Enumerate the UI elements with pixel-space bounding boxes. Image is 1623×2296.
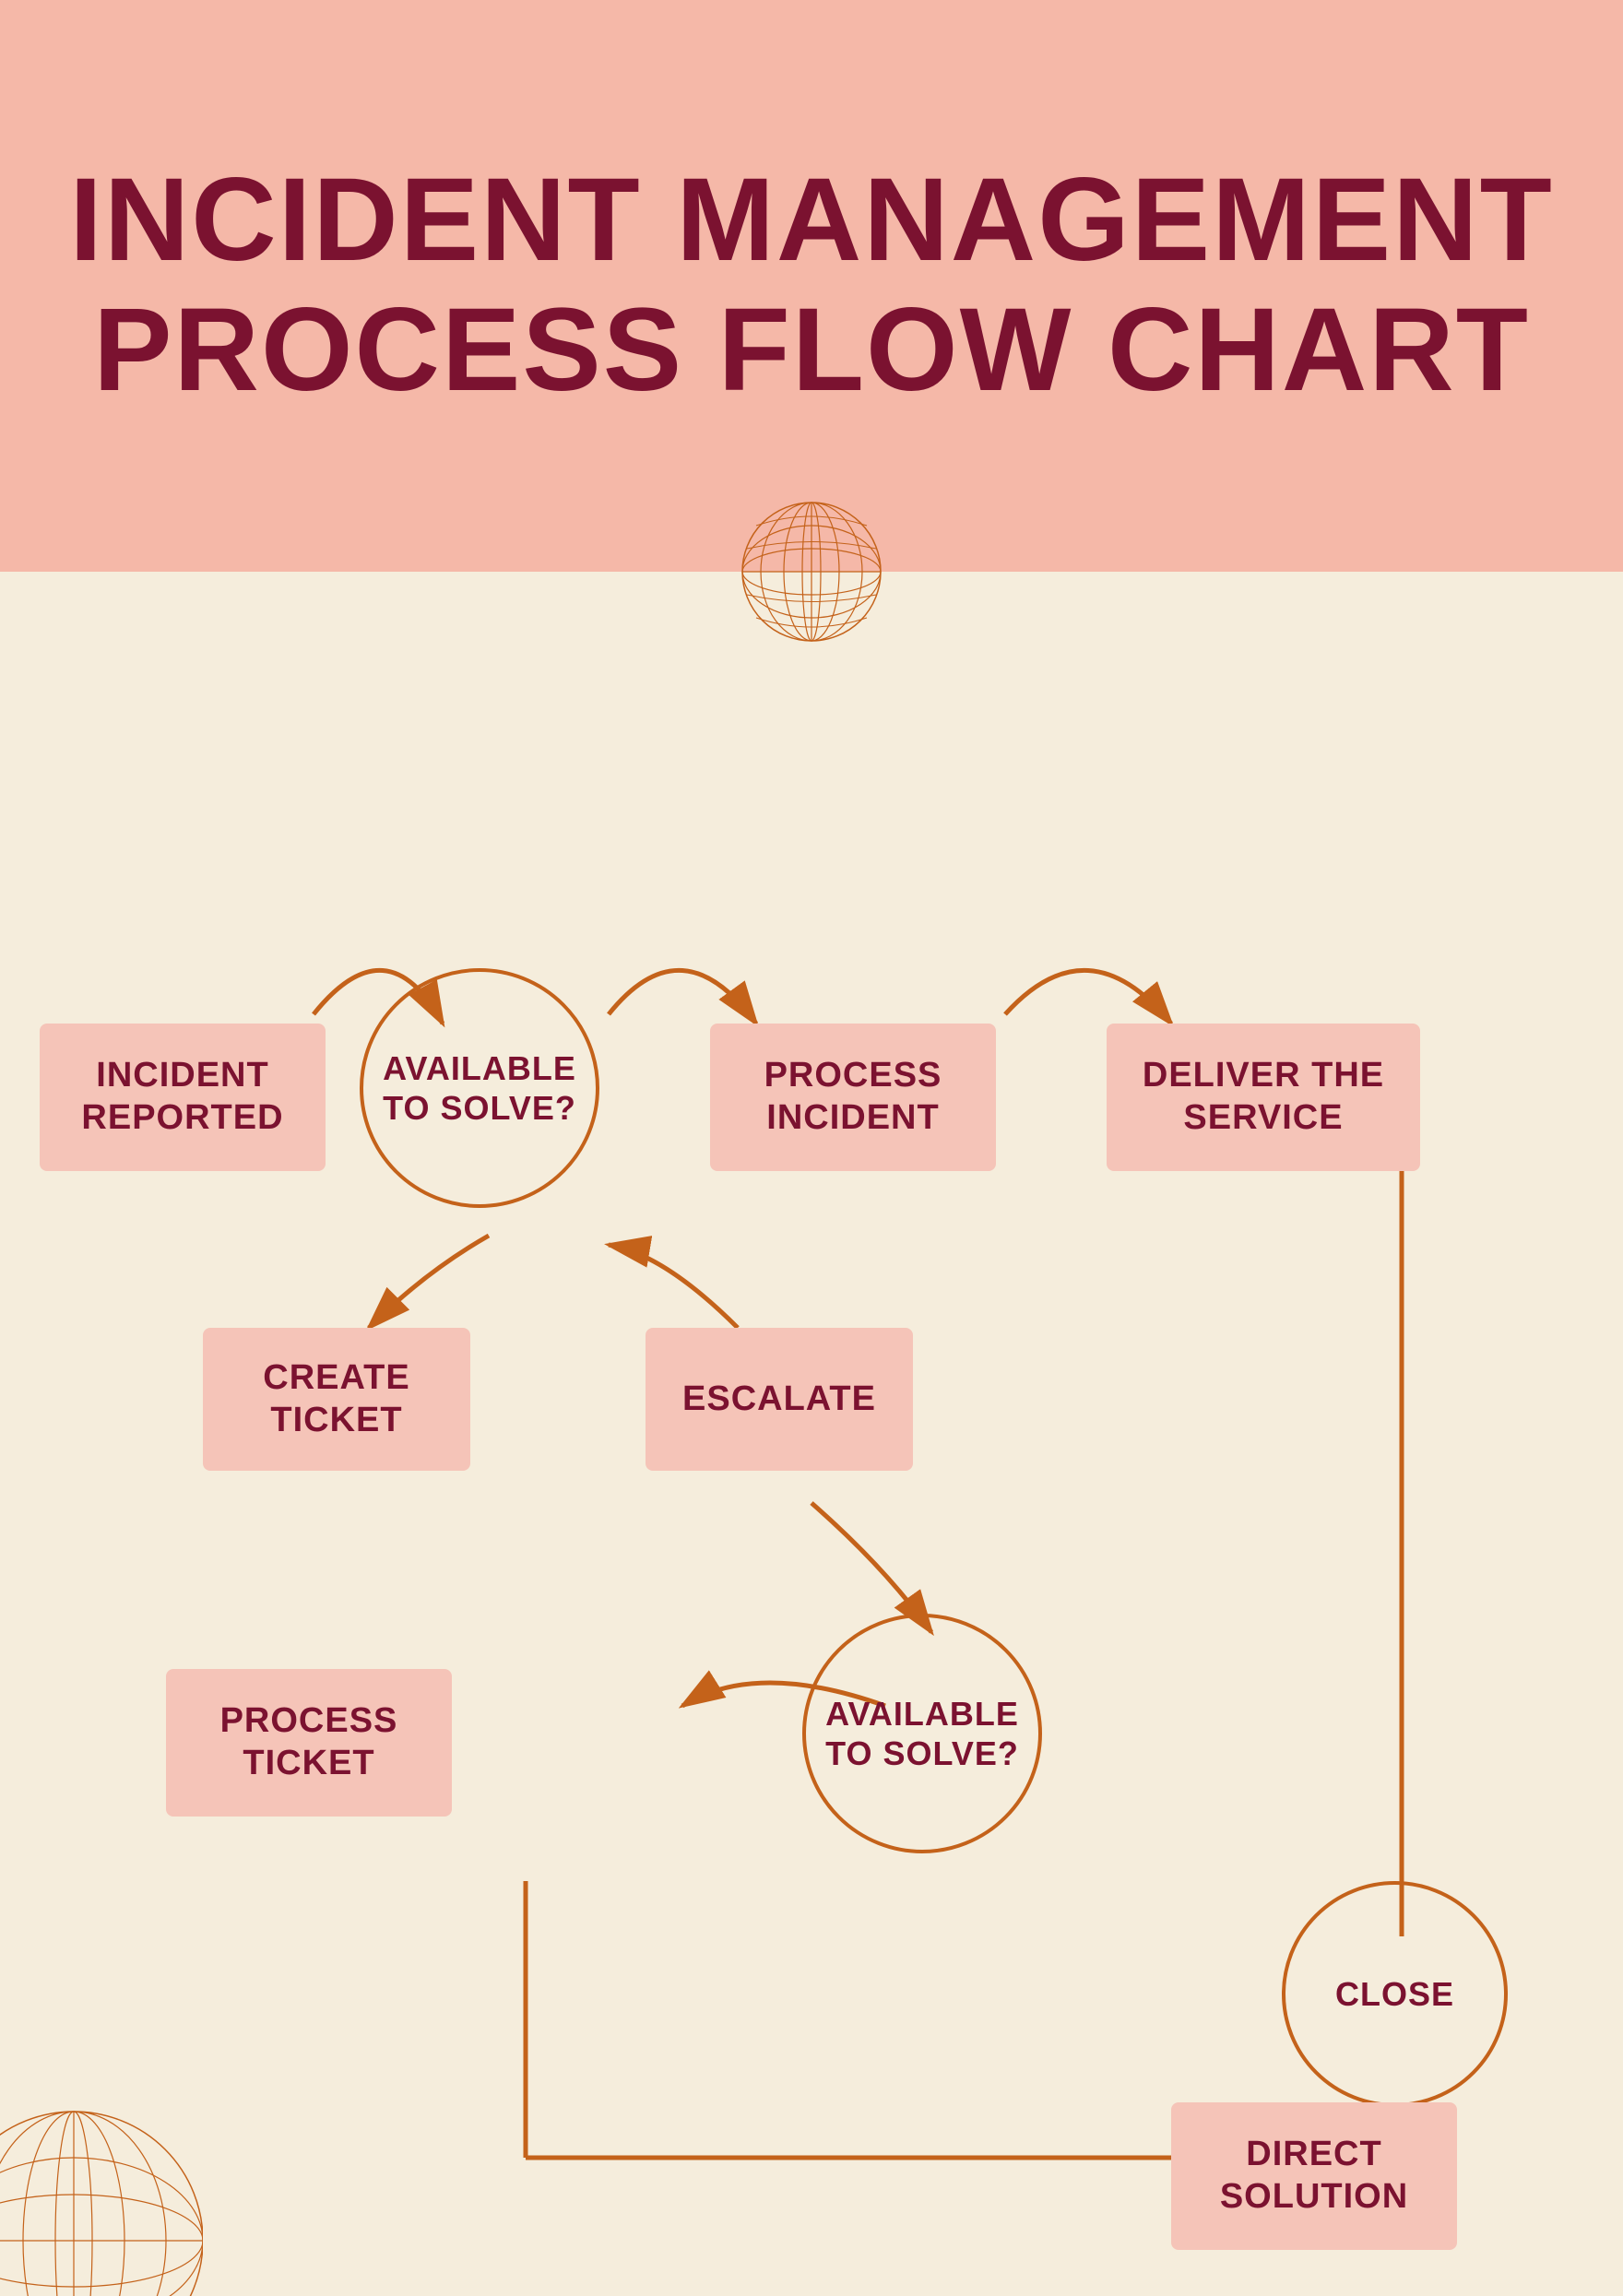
process-ticket-node: PROCESS TICKET xyxy=(166,1669,452,1817)
flow-section: INCIDENT REPORTED AVAILABLE TO SOLVE? PR… xyxy=(0,572,1623,2296)
globe-bottom-icon xyxy=(0,2093,203,2296)
page: INCIDENT MANAGEMENT PROCESS FLOW CHART xyxy=(0,0,1623,2296)
available-to-solve-2-node: AVAILABLE TO SOLVE? xyxy=(802,1614,1042,1853)
incident-reported-node: INCIDENT REPORTED xyxy=(40,1024,326,1171)
deliver-the-service-node: DELIVER THE SERVICE xyxy=(1107,1024,1420,1171)
process-incident-node: PROCESS INCIDENT xyxy=(710,1024,996,1171)
escalate-node: ESCALATE xyxy=(646,1328,913,1471)
close-node: CLOSE xyxy=(1282,1881,1508,2107)
globe-top-icon xyxy=(738,498,885,645)
direct-solution-node: DIRECT SOLUTION xyxy=(1171,2102,1457,2250)
create-ticket-node: CREATE TICKET xyxy=(203,1328,470,1471)
page-title: INCIDENT MANAGEMENT PROCESS FLOW CHART xyxy=(0,156,1623,416)
header-section: INCIDENT MANAGEMENT PROCESS FLOW CHART xyxy=(0,0,1623,572)
available-to-solve-1-node: AVAILABLE TO SOLVE? xyxy=(360,968,599,1208)
